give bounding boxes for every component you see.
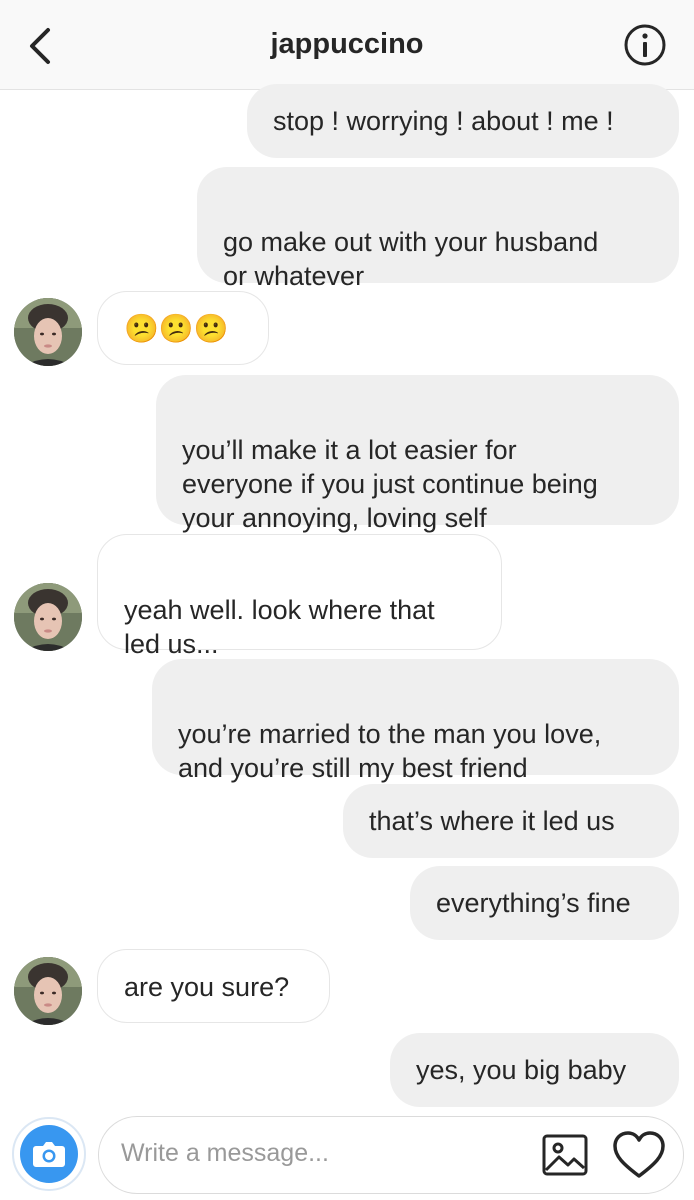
heart-icon: [613, 1131, 665, 1178]
message-bubble-received[interactable]: yeah well. look where that led us...: [97, 534, 502, 659]
message-text: are you sure?: [124, 972, 290, 1002]
camera-icon: [33, 1142, 65, 1167]
message-bubble-received[interactable]: 😕😕😕: [97, 291, 269, 365]
message-bubble-sent[interactable]: stop ! worrying ! about ! me !: [247, 84, 679, 158]
info-button[interactable]: [623, 23, 667, 67]
avatar[interactable]: [14, 583, 82, 651]
message-text: yes, you big baby: [416, 1055, 627, 1085]
message-bubble-sent[interactable]: you’ll make it a lot easier for everyone…: [156, 375, 679, 533]
camera-button-fill: [20, 1125, 78, 1183]
message-input[interactable]: Write a message...: [98, 1116, 684, 1194]
avatar-photo: [14, 298, 82, 366]
message-text: you’re married to the man you love, and …: [178, 719, 602, 783]
message-text: that’s where it led us: [369, 806, 615, 836]
message-text: stop ! worrying ! about ! me !: [273, 106, 614, 136]
image-icon: [542, 1134, 588, 1176]
message-bubble-sent[interactable]: yes, you big baby: [390, 1033, 679, 1107]
message-composer: Write a message...: [0, 1108, 694, 1200]
chat-title[interactable]: jappuccino: [0, 28, 694, 61]
message-bubble-sent[interactable]: you’re married to the man you love, and …: [152, 659, 679, 783]
message-input-placeholder: Write a message...: [121, 1139, 329, 1167]
message-text: everything’s fine: [436, 888, 631, 918]
message-bubble-sent[interactable]: everything’s fine: [410, 866, 679, 940]
avatar-photo: [14, 583, 82, 651]
message-text: yeah well. look where that led us...: [124, 595, 435, 659]
message-text: you’ll make it a lot easier for everyone…: [182, 435, 598, 533]
camera-button[interactable]: [12, 1117, 86, 1191]
like-button[interactable]: [611, 1129, 667, 1181]
avatar-photo: [14, 957, 82, 1025]
message-bubble-received[interactable]: are you sure?: [97, 949, 330, 1023]
chat-header: jappuccino: [0, 0, 694, 90]
avatar[interactable]: [14, 298, 82, 366]
avatar[interactable]: [14, 957, 82, 1025]
info-icon: [624, 24, 666, 66]
message-bubble-sent[interactable]: go make out with your husband or whateve…: [197, 167, 679, 291]
gallery-button[interactable]: [541, 1131, 589, 1179]
message-text: go make out with your husband or whateve…: [223, 227, 599, 291]
emoji-message: 😕😕😕: [124, 313, 229, 344]
message-bubble-sent[interactable]: that’s where it led us: [343, 784, 679, 858]
